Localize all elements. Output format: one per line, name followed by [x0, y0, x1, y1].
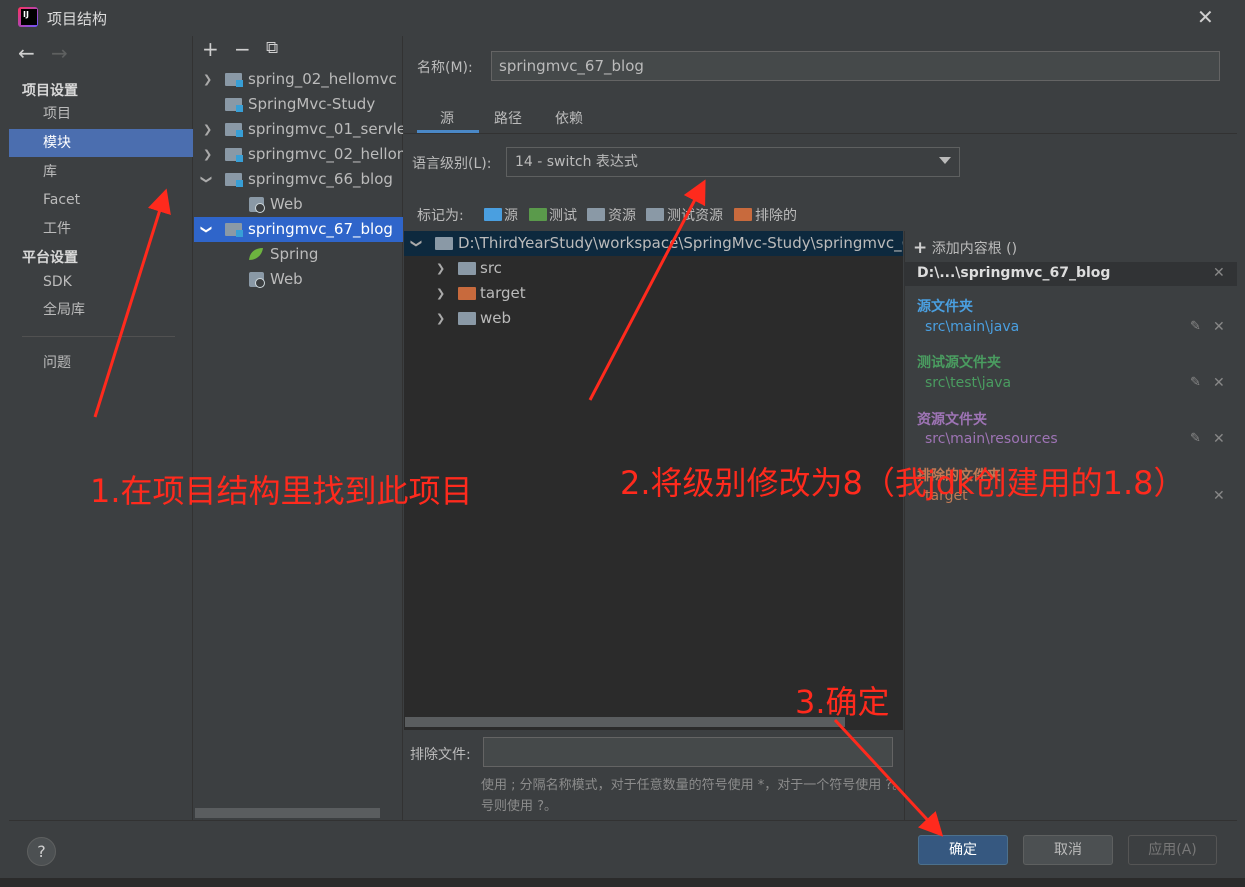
annotation-arrow-3	[833, 718, 944, 837]
annotation-step-3: 3.确定	[795, 683, 890, 721]
annotation-step-1: 1.在项目结构里找到此项目	[90, 472, 473, 510]
annotation-arrow-2	[588, 179, 706, 401]
annotation-arrow-1	[93, 188, 171, 418]
annotation-arrows	[93, 179, 944, 837]
annotation-step-2: 2.将级别修改为8（我jdk创建用的1.8）	[620, 464, 1186, 502]
